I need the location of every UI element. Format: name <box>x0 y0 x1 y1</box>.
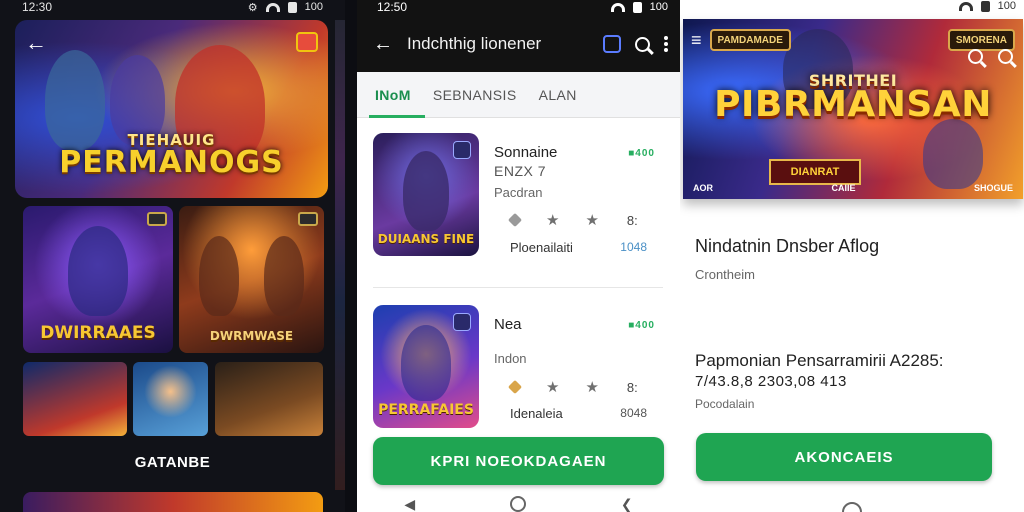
hero-banner[interactable]: ← TIEHAUIG PERMANOGS <box>15 20 328 198</box>
tag-icon <box>507 212 523 228</box>
search-icon[interactable] <box>968 49 983 64</box>
tile-title: DWIRRAAES <box>40 323 156 343</box>
app-name: Sonnaine <box>494 144 558 161</box>
publisher: Ploenailaiti <box>510 240 573 255</box>
gallery-panel: 12:30 ⚙ 100 ← TIEHAUIG PERMANOGS DWIRRAA… <box>0 0 345 512</box>
battery-level: 100 <box>304 1 323 13</box>
rating-row: ★ ★ 8: <box>507 211 638 229</box>
more-options-icon[interactable] <box>664 36 668 52</box>
app-meta: Pocodalain <box>695 397 755 411</box>
badge-icon <box>147 212 167 226</box>
status-time: 12:30 <box>22 0 53 14</box>
gift-icon[interactable] <box>296 32 318 52</box>
battery-level: 100 <box>649 1 668 13</box>
review-count: 1048 <box>620 240 647 254</box>
game-tile[interactable]: DWRMWASE <box>179 206 324 353</box>
app-category: Indon <box>494 351 527 366</box>
rating-row: ★ ★ 8: <box>507 378 638 396</box>
page-title: Indchthig lionener <box>407 34 542 53</box>
game-tile[interactable] <box>23 362 127 436</box>
banner-pill: SMORENA <box>947 29 1015 51</box>
review-count: 8048 <box>620 406 647 420</box>
next-tile-peek[interactable] <box>23 492 323 512</box>
app-thumbnail[interactable]: DUIAANS FINE <box>373 133 479 256</box>
status-time: 12:50 <box>377 0 408 14</box>
badge-icon <box>298 212 318 226</box>
app-title: Nindatnin Dnsber Aflog <box>695 236 880 256</box>
developer-name[interactable]: Crontheim <box>695 267 755 282</box>
banner-pill: PAMDAMADE <box>709 29 791 51</box>
wifi-icon <box>958 1 973 11</box>
app-price: ■400 <box>628 320 655 331</box>
badge-icon <box>453 313 471 331</box>
app-bar: 12:50 100 ← Indchthig lionener <box>357 0 680 72</box>
battery-icon <box>287 1 297 13</box>
section-label: GATANBE <box>134 454 211 471</box>
battery-level: 100 <box>997 0 1016 12</box>
nav-home-icon[interactable] <box>510 496 527 512</box>
tab-third[interactable]: ALAN <box>539 72 577 118</box>
rating-count: 8: <box>626 212 638 228</box>
app-category: Pacdran <box>494 185 543 200</box>
star-icon: ★ <box>585 379 599 396</box>
hero-title: TIEHAUIG PERMANOGS <box>59 131 284 180</box>
banner-badge: DIANRAT <box>769 159 861 185</box>
rating-count: 8: <box>626 379 638 395</box>
nav-home-icon[interactable] <box>842 502 862 512</box>
star-icon: ★ <box>546 379 560 396</box>
feature-banner[interactable]: ≡ PAMDAMADE SMORENA SHRITHEI PIBRMANSAN … <box>683 19 1023 199</box>
back-arrow-icon[interactable]: ← <box>373 34 393 54</box>
app-identifier: 7/43.8,8 2303,08 413 <box>695 373 847 390</box>
menu-icon[interactable]: ≡ <box>691 30 702 51</box>
system-nav-bar: ◀ ❮ <box>357 494 680 512</box>
back-arrow-icon[interactable]: ← <box>25 32 47 54</box>
banner-footer: AOR CAIIE SHOGUE <box>693 183 1013 193</box>
app-detail-panel: 100 ≡ PAMDAMADE SMORENA SHRITHEI PIBRMAN… <box>680 0 1024 512</box>
divider <box>373 287 663 288</box>
section-heading: Papmonian Pensarramirii A2285: <box>695 351 944 370</box>
tab-bar: INoM SEBNANSIS ALAN <box>357 72 680 118</box>
status-bar: 12:50 100 <box>357 0 680 14</box>
battery-icon <box>980 0 990 12</box>
publisher: Idenaleia <box>510 406 563 421</box>
game-tile[interactable]: DWIRRAAES <box>23 206 173 353</box>
search-icon[interactable] <box>635 36 650 52</box>
install-button[interactable]: KPRI NOEOKDAGAEN <box>373 437 664 485</box>
nav-recents-icon[interactable]: ❮ <box>621 496 633 512</box>
star-icon: ★ <box>585 212 599 229</box>
nav-back-icon[interactable]: ◀ <box>404 496 415 512</box>
action-button[interactable]: AKONCAEIS <box>696 433 992 481</box>
app-list-panel: 12:50 100 ← Indchthig lionener INoM SEBN… <box>357 0 680 512</box>
wifi-icon <box>265 2 280 12</box>
star-icon: ★ <box>546 212 560 229</box>
status-bar: 100 <box>680 0 1024 12</box>
tag-icon <box>507 379 523 395</box>
app-price: ■400 <box>628 148 655 159</box>
system-nav-bar <box>680 502 1024 512</box>
banner-title: SHRITHEI PIBRMANSAN <box>714 71 992 125</box>
game-tile[interactable] <box>133 362 208 436</box>
sync-icon: ⚙ <box>247 1 258 14</box>
tab-second[interactable]: SEBNANSIS <box>433 72 517 118</box>
library-icon[interactable] <box>603 35 621 53</box>
app-thumbnail[interactable]: PERRAFAIES <box>373 305 479 428</box>
tile-title: DWRMWASE <box>209 329 294 343</box>
badge-icon <box>453 141 471 159</box>
battery-icon <box>632 1 642 13</box>
app-name: Nea <box>494 316 522 333</box>
wifi-icon <box>610 2 625 12</box>
game-tile[interactable] <box>215 362 323 436</box>
status-bar: 12:30 ⚙ 100 <box>0 0 345 14</box>
tab-home[interactable]: INoM <box>369 72 425 118</box>
app-subtitle: ENZX 7 <box>494 163 547 179</box>
search-icon[interactable] <box>998 49 1013 64</box>
adjacent-screen-edge <box>335 20 345 490</box>
